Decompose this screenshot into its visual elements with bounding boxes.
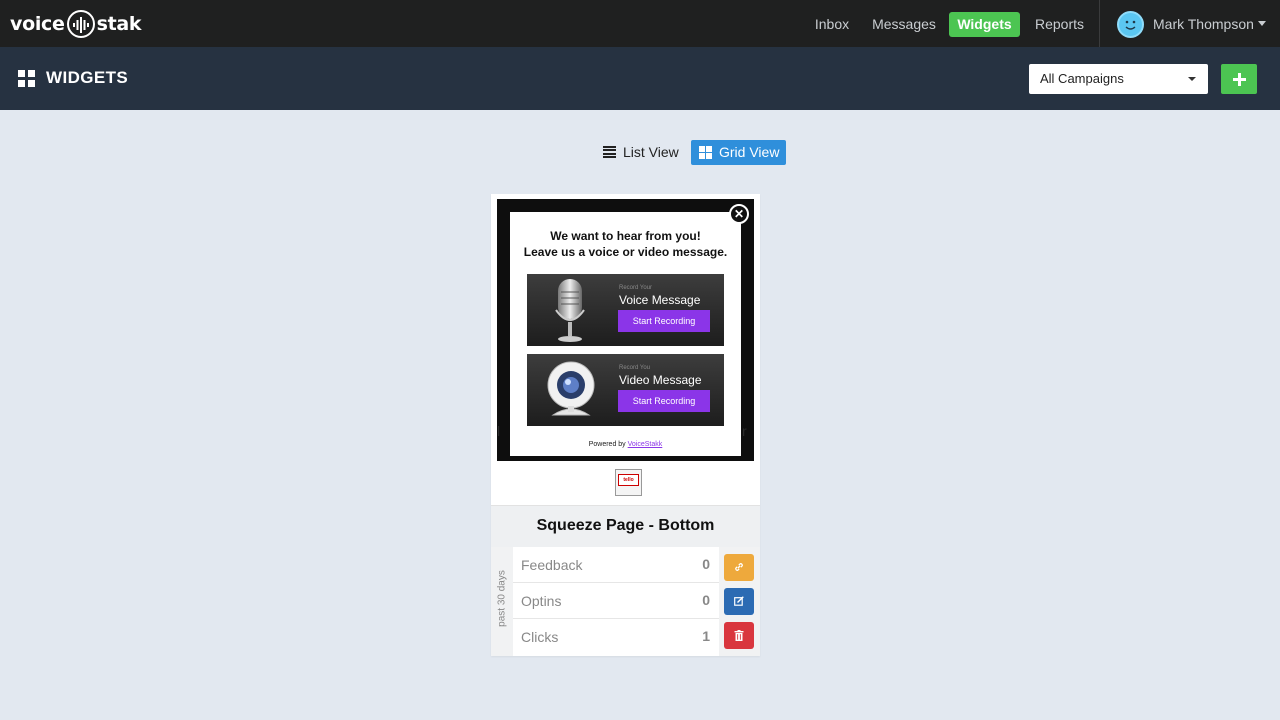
widget-name: Squeeze Page - Bottom	[536, 517, 715, 534]
list-view-button[interactable]: List View	[600, 140, 682, 165]
site-logo-text: tello	[618, 474, 639, 486]
preview-edge-text-left: l	[497, 423, 501, 439]
list-view-label: List View	[623, 144, 679, 160]
voice-message-box: Record Your Voice Message Start Recordin…	[527, 274, 724, 346]
link-icon	[735, 563, 743, 571]
grid-view-button[interactable]: Grid View	[691, 140, 786, 165]
delete-widget-button[interactable]	[724, 622, 754, 649]
grid-icon	[699, 146, 712, 159]
voice-small-label: Record Your	[619, 285, 653, 291]
period-label: past 30 days	[496, 570, 508, 627]
nav-divider	[1099, 0, 1100, 47]
video-title: Video Message	[619, 373, 702, 387]
video-message-box: Record You Video Message Start Recording	[527, 354, 724, 426]
widget-preview[interactable]: l r We want to hear from you! Leave us a…	[497, 199, 754, 461]
page-title: WIDGETS	[46, 68, 129, 87]
nav-widgets[interactable]: Widgets	[949, 12, 1020, 37]
caret-down-icon	[1188, 77, 1196, 81]
stat-row-clicks: Clicks 1	[513, 619, 719, 655]
edit-icon	[734, 596, 744, 606]
preview-popup: We want to hear from you! Leave us a voi…	[510, 212, 741, 456]
trash-icon	[734, 630, 744, 641]
site-logo-thumbnail: tello	[615, 469, 642, 496]
preview-heading: We want to hear from you! Leave us a voi…	[510, 228, 741, 260]
stat-label: Clicks	[521, 629, 559, 645]
voice-title: Voice Message	[619, 293, 701, 307]
powered-by-link[interactable]: VoiceStakk	[628, 441, 663, 448]
preview-edge-text-right: r	[742, 423, 747, 439]
stat-value: 0	[702, 592, 710, 608]
grid-icon	[18, 70, 35, 87]
logo-text-left: voice	[10, 13, 65, 35]
stat-label: Optins	[521, 593, 562, 609]
powered-by-prefix: Powered by	[588, 441, 628, 448]
video-small-label: Record You	[619, 365, 651, 371]
nav-inbox[interactable]: Inbox	[806, 12, 858, 37]
stat-label: Feedback	[521, 557, 583, 573]
top-navbar: voice stak Inbox Messages Widgets Report…	[0, 0, 1280, 47]
campaign-select[interactable]: All Campaigns	[1029, 64, 1208, 94]
grid-view-label: Grid View	[719, 144, 780, 160]
voicestak-logo[interactable]: voice stak	[10, 8, 142, 40]
stat-value: 0	[702, 556, 710, 572]
stat-value: 1	[702, 628, 710, 644]
close-icon[interactable]: ✕	[729, 204, 749, 224]
edit-widget-button[interactable]	[724, 588, 754, 615]
user-name[interactable]: Mark Thompson	[1153, 16, 1254, 32]
stat-row-feedback: Feedback 0	[513, 547, 719, 583]
stat-row-optins: Optins 0	[513, 583, 719, 619]
microphone-icon	[555, 279, 585, 342]
voicestak-logo-icon	[66, 10, 95, 38]
voice-start-recording-button[interactable]: Start Recording	[618, 310, 710, 332]
campaign-select-value: All Campaigns	[1040, 71, 1124, 86]
caret-down-icon[interactable]	[1258, 21, 1266, 26]
webcam-icon	[547, 361, 595, 416]
copy-link-button[interactable]	[724, 554, 754, 581]
preview-heading-line2: Leave us a voice or video message.	[523, 245, 728, 259]
add-widget-button[interactable]	[1221, 64, 1257, 94]
list-icon	[603, 146, 616, 158]
nav-reports[interactable]: Reports	[1027, 12, 1092, 37]
widget-card: l r We want to hear from you! Leave us a…	[491, 194, 760, 656]
period-side-bar: past 30 days	[491, 547, 513, 656]
widget-name-bar: Squeeze Page - Bottom	[491, 505, 760, 547]
nav-messages[interactable]: Messages	[866, 12, 942, 37]
powered-by: Powered by VoiceStakk	[510, 441, 741, 448]
logo-text-right: stak	[96, 13, 142, 35]
preview-heading-line1: We want to hear from you!	[550, 229, 701, 243]
avatar-icon[interactable]	[1117, 11, 1144, 38]
video-start-recording-button[interactable]: Start Recording	[618, 390, 710, 412]
